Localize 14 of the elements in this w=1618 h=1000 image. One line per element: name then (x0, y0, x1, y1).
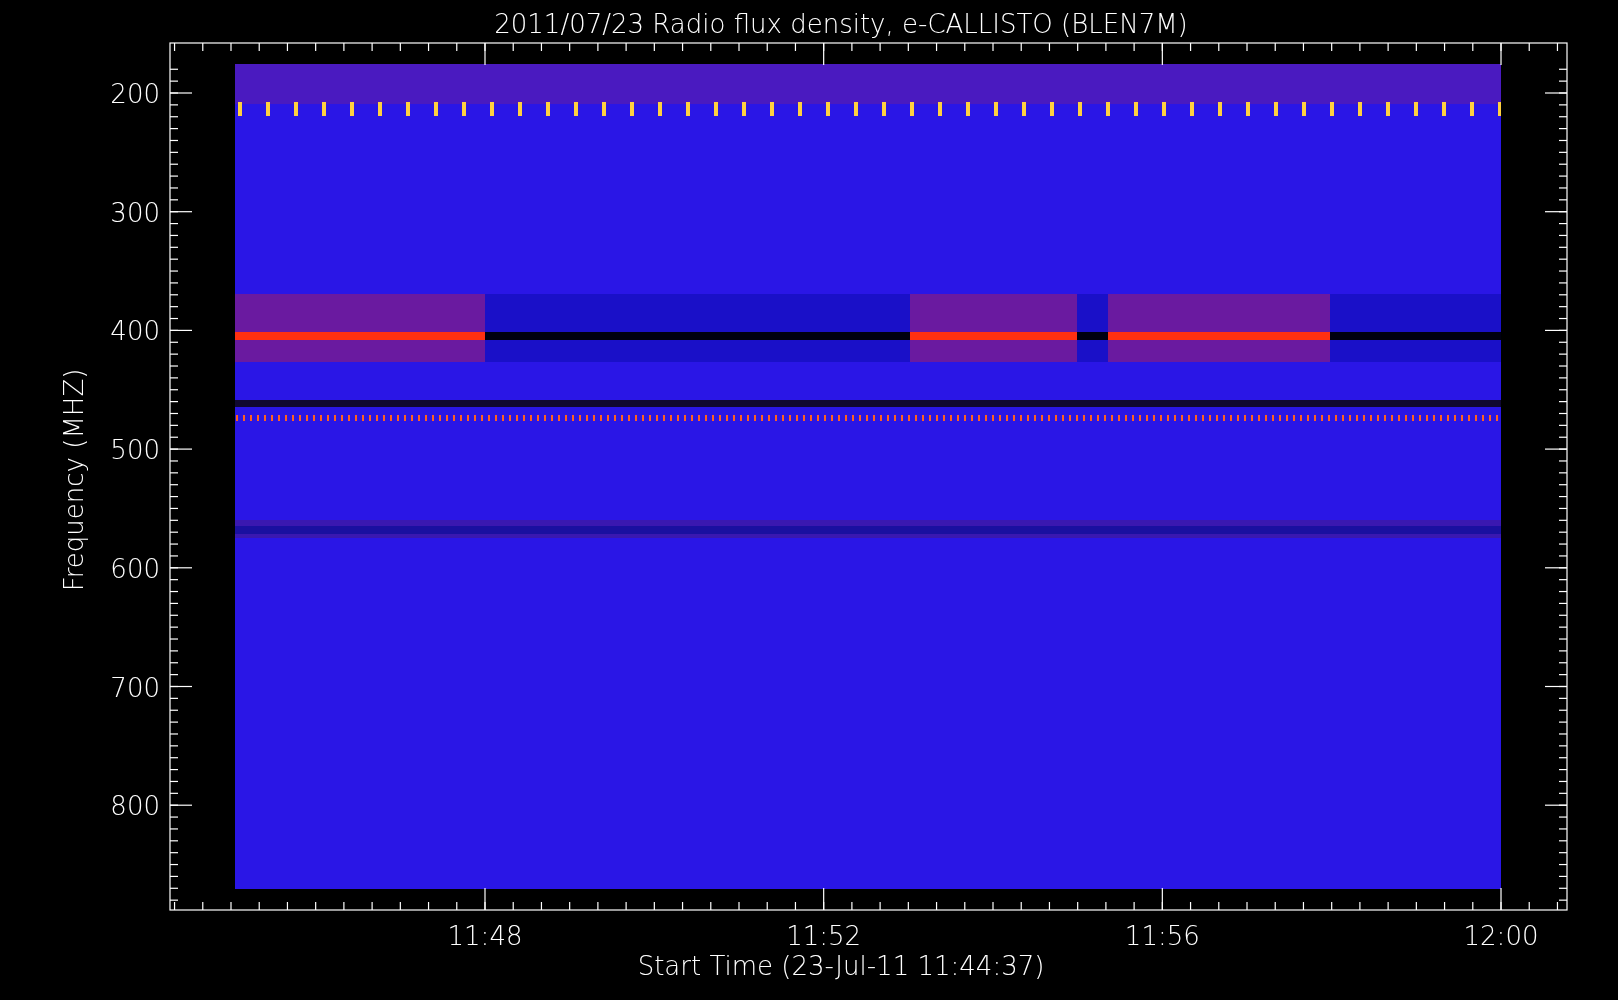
chart-title: 2011/07/23 Radio flux density, e-CALLISTO (BLEN7M) (494, 9, 1188, 39)
tick-label: 11:56 (1124, 921, 1200, 951)
tick-label: 11:48 (447, 921, 523, 951)
tick-label: 500 (110, 435, 160, 466)
tick-label: 200 (110, 79, 160, 109)
tick-label: 600 (110, 553, 160, 584)
tick-label: 400 (110, 316, 160, 347)
tick-label: 300 (110, 197, 160, 228)
tick-label: 800 (110, 791, 160, 822)
axis-label: Start Time (23-Jul-11 11:44:37) (637, 951, 1045, 981)
tick-label: 11:52 (786, 921, 862, 951)
tick-label: 700 (110, 672, 160, 703)
axis-label: Frequency (MHZ) (59, 368, 89, 592)
tick-label: 12:00 (1463, 921, 1539, 951)
